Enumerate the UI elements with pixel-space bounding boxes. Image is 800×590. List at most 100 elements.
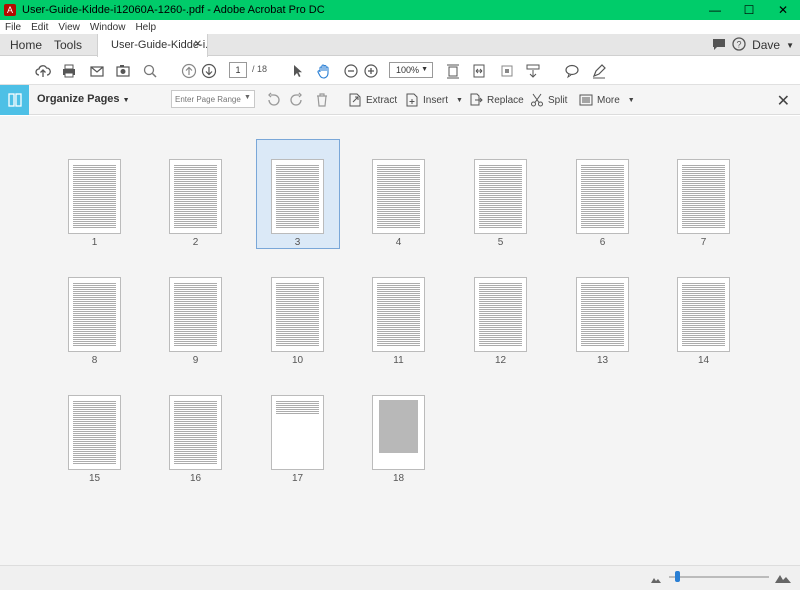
page-thumbnail[interactable] — [68, 159, 121, 234]
page-thumbnail[interactable] — [576, 159, 629, 234]
page-text-preview — [174, 164, 217, 229]
highlight-pen-icon[interactable] — [590, 62, 608, 80]
rotate-left-icon[interactable] — [265, 92, 281, 108]
tab-tools[interactable]: Tools — [54, 34, 82, 56]
zoom-select[interactable]: 100% ▼ — [389, 62, 433, 78]
page-thumbnail[interactable] — [169, 159, 222, 234]
page-number-label: 15 — [88, 473, 101, 484]
chevron-down-icon: ▼ — [122, 97, 130, 104]
snapshot-icon[interactable] — [114, 62, 132, 80]
zoom-in-icon[interactable] — [362, 62, 380, 80]
page-text-preview — [379, 400, 418, 453]
page-text-preview — [479, 164, 522, 229]
rotate-right-icon[interactable] — [289, 92, 305, 108]
svg-text:?: ? — [737, 39, 742, 49]
organize-pages-title[interactable]: Organize Pages ▼ — [37, 93, 130, 105]
acrobat-icon: A — [4, 4, 16, 16]
comment-bubble-icon[interactable] — [712, 37, 726, 54]
page-thumbnail[interactable] — [169, 395, 222, 470]
close-organize-icon[interactable]: ✕ — [777, 91, 790, 111]
page-text-preview — [73, 282, 116, 347]
close-window-button[interactable]: ✕ — [766, 0, 800, 20]
slider-handle[interactable] — [675, 571, 680, 582]
page-number-label: 6 — [599, 237, 606, 248]
page-number-label: 13 — [596, 355, 609, 366]
page-thumbnail[interactable] — [271, 159, 324, 234]
page-thumbnail[interactable] — [677, 277, 730, 352]
chevron-down-icon[interactable]: ▼ — [786, 41, 794, 50]
page-number-label: 4 — [395, 237, 402, 248]
menu-view[interactable]: View — [53, 22, 85, 33]
close-tab-icon[interactable]: ✕ — [194, 34, 202, 56]
help-icon[interactable]: ? — [732, 36, 746, 54]
page-number-label: 5 — [497, 237, 504, 248]
menu-bar: File Edit View Window Help — [0, 20, 800, 34]
fit-width-icon[interactable] — [470, 62, 488, 80]
page-thumbnail[interactable] — [68, 395, 121, 470]
page-total: / 18 — [252, 64, 268, 74]
print-icon[interactable] — [60, 62, 78, 80]
menu-window[interactable]: Window — [85, 22, 131, 33]
page-text-preview — [682, 164, 725, 229]
comment-icon[interactable] — [563, 62, 581, 80]
scroll-mode-icon[interactable] — [524, 62, 542, 80]
page-number-label: 16 — [189, 473, 202, 484]
zoom-out-icon[interactable] — [342, 62, 360, 80]
menu-file[interactable]: File — [0, 22, 26, 33]
next-page-icon[interactable] — [200, 62, 218, 80]
delete-icon[interactable] — [314, 92, 330, 108]
page-text-preview — [73, 400, 116, 465]
organize-pages-panel-icon[interactable] — [0, 85, 29, 115]
more-button[interactable]: More ▼ — [579, 92, 635, 108]
select-cursor-icon[interactable] — [288, 62, 306, 80]
page-number-label: 9 — [192, 355, 199, 366]
page-text-preview — [174, 282, 217, 347]
page-thumbnail[interactable] — [372, 277, 425, 352]
page-number-label: 8 — [91, 355, 98, 366]
page-text-preview — [377, 282, 420, 347]
menu-help[interactable]: Help — [130, 22, 161, 33]
chevron-down-icon: ▼ — [456, 96, 463, 104]
search-icon[interactable] — [141, 62, 159, 80]
fit-page-icon[interactable] — [444, 62, 462, 80]
full-screen-icon[interactable] — [498, 62, 516, 80]
page-thumbnail[interactable] — [271, 277, 324, 352]
page-thumbnail[interactable] — [474, 277, 527, 352]
maximize-button[interactable]: ☐ — [732, 0, 766, 20]
page-thumbnail[interactable] — [372, 159, 425, 234]
minimize-button[interactable]: — — [698, 0, 732, 20]
page-range-input[interactable] — [171, 90, 255, 108]
extract-button[interactable]: Extract — [348, 92, 397, 108]
chevron-down-icon[interactable]: ▼ — [244, 94, 251, 101]
page-number-input[interactable]: 1 — [229, 62, 247, 78]
tab-home[interactable]: Home — [10, 34, 42, 56]
organize-pages-label: Organize Pages — [37, 93, 120, 105]
page-number-label: 12 — [494, 355, 507, 366]
page-thumbnail[interactable] — [68, 277, 121, 352]
replace-button[interactable]: Replace — [469, 92, 524, 108]
split-label: Split — [548, 94, 568, 106]
menu-edit[interactable]: Edit — [26, 22, 53, 33]
page-thumbnail[interactable] — [576, 277, 629, 352]
thumbnail-size-slider[interactable] — [669, 576, 769, 578]
split-button[interactable]: Split — [530, 92, 567, 108]
cloud-upload-icon[interactable] — [34, 62, 52, 80]
more-icon — [579, 94, 593, 106]
hand-tool-icon[interactable] — [315, 62, 333, 80]
insert-button[interactable]: Insert ▼ — [405, 92, 463, 108]
tab-document[interactable]: User-Guide-Kidde-i... ✕ — [97, 34, 208, 57]
page-thumbnail[interactable] — [271, 395, 324, 470]
page-text-preview — [73, 164, 116, 229]
previous-page-icon[interactable] — [180, 62, 198, 80]
tab-row: Home Tools User-Guide-Kidde-i... ✕ ? Dav… — [0, 34, 800, 57]
insert-icon — [406, 93, 418, 107]
page-thumbnail[interactable] — [372, 395, 425, 470]
chevron-down-icon: ▼ — [421, 66, 428, 73]
page-thumbnail[interactable] — [677, 159, 730, 234]
page-thumbnail[interactable] — [169, 277, 222, 352]
page-text-preview — [682, 282, 725, 347]
user-name[interactable]: Dave — [752, 38, 780, 52]
email-icon[interactable] — [88, 62, 106, 80]
page-thumbnail[interactable] — [474, 159, 527, 234]
page-number-label: 18 — [392, 473, 405, 484]
